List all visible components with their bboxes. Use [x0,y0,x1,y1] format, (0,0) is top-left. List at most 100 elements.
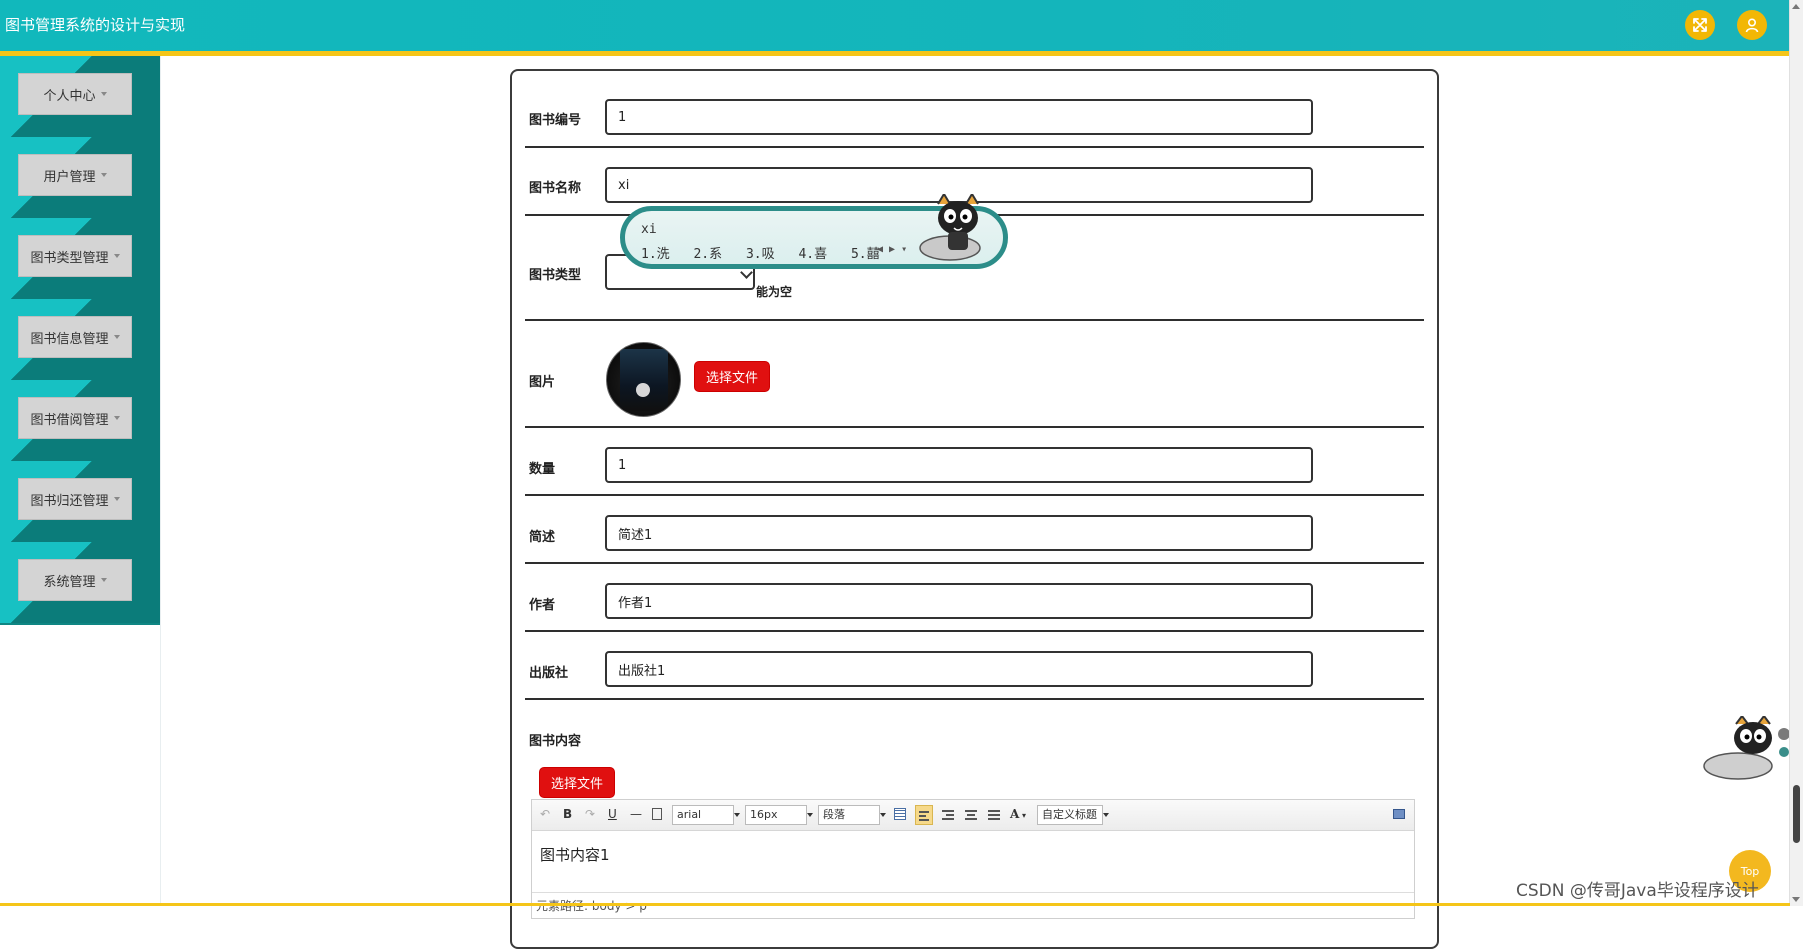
paragraph-select[interactable]: 段落 [818,805,886,825]
font-size-select[interactable]: 16px [745,805,813,825]
element-path: 元素路径: body > p [532,892,1414,920]
editor-content[interactable]: 图书内容1 [540,844,610,865]
rich-text-editor: ↶ B ↷ U — arial 16px 段落 A ▾ 自定义标题 图书内容1 … [531,799,1415,919]
summary-label: 简述 [529,530,556,545]
ime-mascot-icon [919,194,981,261]
book-number-label: 图书编号 [529,113,582,128]
top-bar: 图书管理系统的设计与实现 [0,0,1790,56]
sidebar-item-label: 用户管理 [43,169,96,185]
validation-hint: 能为空 [756,285,793,299]
scroll-up-icon[interactable] [1792,4,1800,9]
row-divider [525,146,1424,148]
author-input[interactable] [605,583,1313,619]
align-center-icon[interactable] [965,808,977,826]
quantity-label: 数量 [529,462,556,477]
sidebar-item-personal-center: 个人中心 [0,56,160,137]
scroll-down-icon[interactable] [1792,897,1800,902]
book-name-label: 图书名称 [529,181,582,196]
choose-content-file-button[interactable]: 选择文件 [539,767,615,798]
font-color-icon[interactable]: A [1010,806,1019,824]
caret-down-icon [113,416,120,420]
caret-down-icon [880,813,886,817]
ime-candidate[interactable]: 1.洗 [641,247,670,262]
caret-down-icon[interactable]: ▾ [1022,808,1026,826]
sidebar-item-label: 图书借阅管理 [30,412,109,428]
sidebar-button-book-return-management[interactable]: 图书归还管理 [18,478,132,520]
horizontal-rule-icon[interactable]: — [630,806,642,824]
sidebar-item-label: 图书归还管理 [30,493,109,509]
row-divider [525,630,1424,632]
sidebar-item-label: 个人中心 [43,88,96,104]
underline-icon[interactable]: U [608,806,617,824]
book-content-label: 图书内容 [529,734,582,749]
ime-candidate[interactable]: 3.吸 [746,247,775,262]
ime-candidate[interactable]: 2.系 [693,247,722,262]
caret-down-icon [100,578,107,582]
sidebar: 个人中心 用户管理 图书类型管理 图书信息管理 图书借阅管理 图书归还管理 系统… [0,56,160,625]
sidebar-item-user-management: 用户管理 [0,137,160,218]
author-label: 作者 [529,598,556,613]
content-divider [160,56,161,906]
fullscreen-button[interactable] [1685,10,1715,40]
align-right-icon[interactable] [942,808,954,826]
caret-down-icon [734,813,740,817]
editor-toolbar: ↶ B ↷ U — arial 16px 段落 A ▾ 自定义标题 [532,800,1414,831]
caret-down-icon [807,813,813,817]
caret-down-icon [113,497,120,501]
publisher-input[interactable] [605,651,1313,687]
publisher-label: 出版社 [529,666,569,681]
custom-heading-select[interactable]: 自定义标题 [1037,805,1109,825]
row-divider [525,426,1424,428]
book-cover-image [620,349,668,411]
ime-candidate-list: 1.洗 2.系 3.吸 4.喜 5.囍 [641,243,890,262]
sidebar-button-system-management[interactable]: 系统管理 [18,559,132,601]
sidebar-item-book-return-management: 图书归还管理 [0,461,160,542]
bold-icon[interactable]: B [563,806,572,824]
sidebar-button-personal-center[interactable]: 个人中心 [18,73,132,115]
fullscreen-editor-icon[interactable] [1393,809,1405,819]
watermark: CSDN @传哥Java毕设程序设计 [1516,881,1759,901]
custom-heading-value: 自定义标题 [1042,808,1097,821]
sidebar-item-label: 图书信息管理 [30,331,109,347]
sidebar-button-book-info-management[interactable]: 图书信息管理 [18,316,132,358]
font-family-select[interactable]: arial [672,805,740,825]
undo-icon[interactable]: ↶ [540,806,550,824]
font-family-value: arial [677,808,702,821]
quantity-input[interactable] [605,447,1313,483]
user-menu-button[interactable] [1737,10,1767,40]
paragraph-value: 段落 [823,808,845,821]
caret-down-icon [113,254,120,258]
summary-input[interactable] [605,515,1313,551]
choose-image-file-button[interactable]: 选择文件 [694,361,770,392]
ime-candidate[interactable]: 4.喜 [798,247,827,262]
align-left-icon[interactable] [915,805,933,825]
align-justify-icon[interactable] [988,808,1000,826]
expand-arrows-icon [1693,18,1707,32]
ime-candidate[interactable]: 5.囍 [851,247,880,262]
paste-icon[interactable] [652,808,662,820]
caret-down-icon [100,92,107,96]
caret-down-icon [113,335,120,339]
row-divider [525,319,1424,321]
ime-input-text: xi [641,222,657,237]
caret-down-icon [1103,813,1109,817]
floating-mascot-icon [1703,716,1790,780]
app-title: 图书管理系统的设计与实现 [5,16,186,34]
redo-icon[interactable]: ↷ [585,806,595,824]
sidebar-button-user-management[interactable]: 用户管理 [18,154,132,196]
sidebar-button-book-borrow-management[interactable]: 图书借阅管理 [18,397,132,439]
table-icon[interactable] [894,808,906,820]
sidebar-item-book-borrow-management: 图书借阅管理 [0,380,160,461]
user-icon [1745,18,1759,33]
row-divider [525,562,1424,564]
sidebar-item-book-info-management: 图书信息管理 [0,299,160,380]
book-type-label: 图书类型 [529,268,582,283]
page-scrollbar[interactable] [1789,0,1803,906]
sidebar-item-label: 系统管理 [43,574,96,590]
row-divider [525,494,1424,496]
book-number-input[interactable] [605,99,1313,135]
sidebar-button-book-type-management[interactable]: 图书类型管理 [18,235,132,277]
sidebar-item-system-management: 系统管理 [0,542,160,623]
scroll-thumb[interactable] [1793,785,1800,843]
ime-page-arrows-icon[interactable]: ◀ ▶ ▾ [877,244,907,255]
